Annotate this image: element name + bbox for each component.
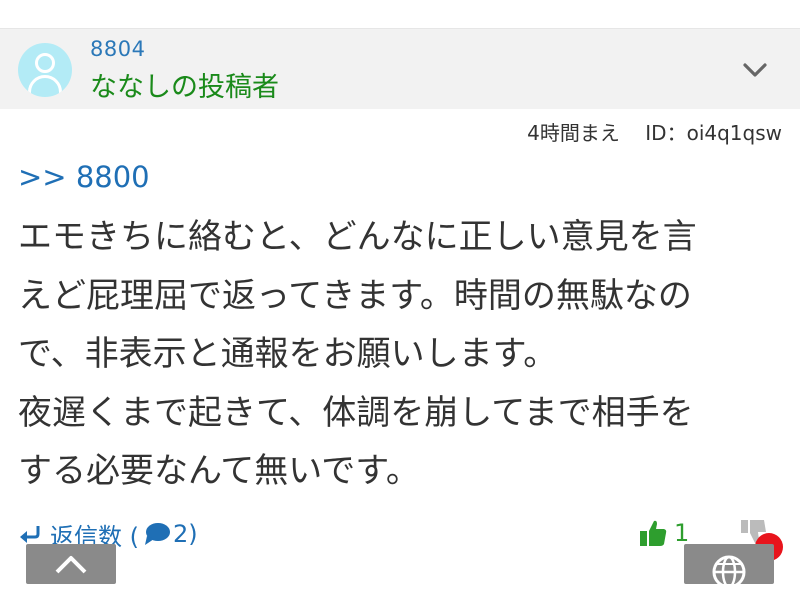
post-number: 8804 <box>90 37 146 61</box>
post-body-line: する必要なんて無いです。 <box>18 451 420 491</box>
globe-icon <box>712 555 746 589</box>
speech-bubble-icon <box>145 523 170 545</box>
post-body-line: エモきちに絡むと、どんなに正しい意見を言 <box>18 217 697 257</box>
user-avatar-icon <box>18 43 72 97</box>
post-header: 8804 ななしの投稿者 <box>0 29 800 109</box>
post-meta: 4時間まえ ID：oi4q1qsw <box>527 117 782 146</box>
post-body-line: 夜遅くまで起きて、体調を崩してまで相手を <box>18 392 694 433</box>
reply-reference-link[interactable]: >> 8800 <box>18 160 150 194</box>
thumbs-up-icon <box>640 520 667 546</box>
scroll-top-button[interactable] <box>26 544 116 584</box>
post-body: エモきちに絡むと、どんなに正しい意見を言 えど屁理屈で返ってきます。時間の無駄な… <box>18 208 788 501</box>
poster-id: ID：oi4q1qsw <box>645 121 782 145</box>
replies-count: 2) <box>173 520 198 548</box>
globe-button[interactable] <box>684 544 774 589</box>
post-body-line: えど屁理屈で返ってきます。時間の無駄なの <box>18 275 692 316</box>
chevron-down-icon[interactable] <box>742 57 768 83</box>
top-divider-strip <box>0 0 800 29</box>
like-count: 1 <box>674 519 690 547</box>
post-time: 4時間まえ <box>527 121 620 145</box>
poster-name: ななしの投稿者 <box>90 72 279 103</box>
chevron-up-icon <box>55 556 87 574</box>
like-button[interactable]: 1 <box>638 516 689 550</box>
reply-arrow-icon <box>20 526 40 543</box>
post-body-line: で、非表示と通報をお願いします。 <box>18 334 558 374</box>
